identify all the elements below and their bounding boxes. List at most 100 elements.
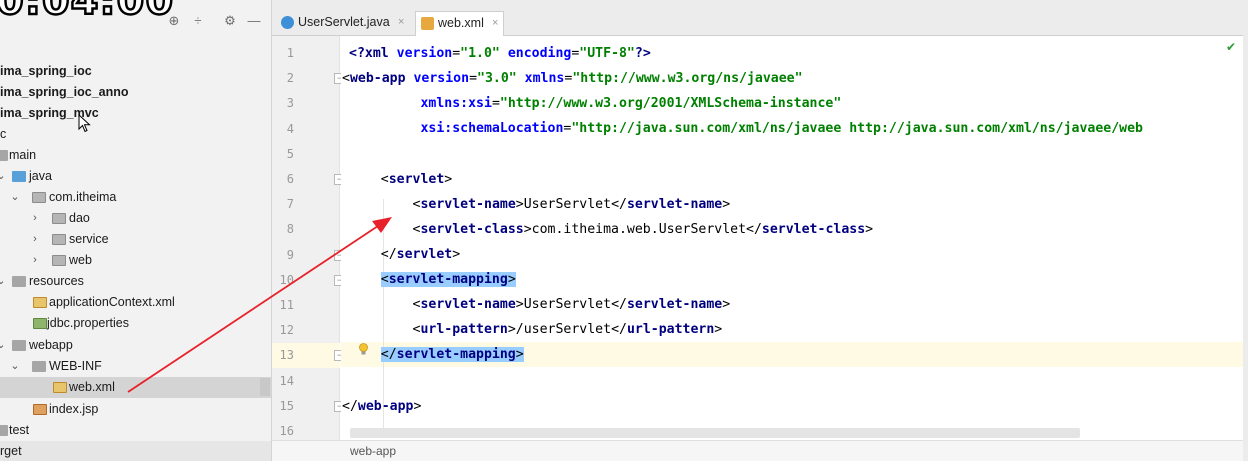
tree-item-label: index.jsp bbox=[49, 402, 99, 416]
code-line-8: <servlet-class>com.itheima.web.UserServl… bbox=[412, 222, 874, 237]
code-line-11: <servlet-name>UserServlet</servlet-name> bbox=[412, 297, 731, 312]
tree-item-dao[interactable]: › dao bbox=[0, 208, 271, 229]
tree-item-webapp[interactable]: ⌄ webapp bbox=[0, 335, 271, 356]
close-icon[interactable]: × bbox=[492, 12, 498, 35]
code-line-1: <?xml version="1.0" encoding="UTF-8"?> bbox=[349, 46, 651, 61]
tree-item-applicationcontext[interactable]: applicationContext.xml bbox=[0, 292, 271, 313]
line-number: 12 bbox=[279, 323, 294, 338]
tree-item-label: ima_spring_ioc_anno bbox=[0, 85, 129, 99]
line-number: 15 bbox=[279, 398, 294, 413]
tree-item-label: java bbox=[29, 169, 52, 183]
tree-item-target[interactable]: rget bbox=[0, 441, 271, 461]
chevron-right-icon[interactable]: › bbox=[30, 250, 40, 271]
breadcrumb[interactable]: web-app bbox=[350, 444, 396, 458]
line-number: 13 bbox=[272, 343, 340, 369]
tree-item-label: com.itheima bbox=[49, 190, 117, 204]
collapse-icon[interactable]: ÷ bbox=[190, 13, 206, 29]
tree-item-label: web.xml bbox=[69, 380, 115, 394]
tree-item-label: main bbox=[9, 148, 37, 162]
tree-item-test[interactable]: test bbox=[0, 420, 271, 441]
jsp-file-icon bbox=[33, 404, 47, 415]
java-class-icon bbox=[281, 16, 294, 29]
chevron-down-icon[interactable]: ⌄ bbox=[0, 166, 6, 187]
tab-web-xml[interactable]: web.xml × bbox=[415, 11, 504, 36]
chevron-down-icon[interactable]: ⌄ bbox=[10, 187, 20, 208]
close-icon[interactable]: × bbox=[398, 11, 404, 34]
tree-item-resources[interactable]: ⌄ resources bbox=[0, 271, 271, 292]
tree-item-com-itheima[interactable]: ⌄ com.itheima bbox=[0, 187, 271, 208]
tree-item-index-jsp[interactable]: index.jsp bbox=[0, 399, 271, 420]
breadcrumb-bar: web-app bbox=[272, 440, 1243, 461]
tree-item-label: dao bbox=[69, 211, 90, 225]
tree-item-java[interactable]: ⌄ java bbox=[0, 166, 271, 187]
video-timer-overlay: 0:04:00 bbox=[0, 0, 175, 25]
tree-item-web[interactable]: › web bbox=[0, 250, 271, 271]
tree-item-label: resources bbox=[29, 274, 84, 288]
lightbulb-icon[interactable] bbox=[358, 343, 369, 356]
tree-item-module-ioc[interactable]: ima_spring_ioc bbox=[0, 61, 271, 82]
folder-icon bbox=[0, 425, 8, 436]
project-scrollbar[interactable] bbox=[260, 378, 270, 396]
folder-icon bbox=[32, 361, 46, 372]
xml-file-icon bbox=[53, 382, 67, 393]
mouse-cursor-icon bbox=[78, 114, 91, 133]
editor-gutter: 1 2−3 4 5 6−7 8 9−10−11 12 13−14 15−16 bbox=[272, 36, 345, 440]
code-line-12: <url-pattern>/userServlet</url-pattern> bbox=[412, 322, 723, 337]
code-line-15: </web-app> bbox=[342, 399, 422, 414]
tree-item-label: jdbc.properties bbox=[47, 316, 129, 330]
project-panel: ⊕ ÷ ⚙ — ima_spring_ioc ima_spring_ioc_an… bbox=[0, 0, 272, 461]
chevron-down-icon[interactable]: ⌄ bbox=[10, 356, 20, 377]
tree-item-web-xml[interactable]: web.xml bbox=[0, 377, 271, 398]
chevron-down-icon[interactable]: ⌄ bbox=[0, 335, 6, 356]
tab-label: UserServlet.java bbox=[298, 15, 390, 29]
line-number: 7 bbox=[286, 197, 294, 212]
line-number: 10 bbox=[279, 272, 294, 287]
line-number: 5 bbox=[286, 146, 294, 161]
xml-file-icon bbox=[421, 17, 434, 30]
line-number: 6 bbox=[286, 172, 294, 186]
tree-item-src[interactable]: c bbox=[0, 124, 271, 145]
minimize-icon[interactable]: — bbox=[246, 13, 262, 29]
package-icon bbox=[32, 192, 46, 203]
tree-item-service[interactable]: › service bbox=[0, 229, 271, 250]
line-number: 9 bbox=[286, 247, 294, 262]
folder-icon bbox=[0, 150, 8, 161]
tree-item-label: webapp bbox=[29, 338, 73, 352]
line-number: 2 bbox=[286, 71, 294, 86]
tree-item-label: ima_spring_ioc bbox=[0, 64, 92, 78]
line-number: 3 bbox=[286, 96, 294, 111]
gear-icon[interactable]: ⚙ bbox=[222, 13, 238, 29]
chevron-right-icon[interactable]: › bbox=[30, 208, 40, 229]
check-icon: ✔ bbox=[1226, 40, 1237, 54]
line-number: 8 bbox=[286, 222, 294, 237]
code-line-6: <servlet> bbox=[380, 172, 453, 187]
source-folder-icon bbox=[12, 171, 26, 182]
folder-icon bbox=[12, 340, 26, 351]
code-line-7: <servlet-name>UserServlet</servlet-name> bbox=[412, 197, 731, 212]
tree-item-main[interactable]: main bbox=[0, 145, 271, 166]
line-number: 14 bbox=[279, 373, 294, 388]
right-tool-strip bbox=[1243, 0, 1248, 461]
code-line-9: </servlet> bbox=[380, 247, 461, 262]
code-line-3: xmlns:xsi="http://www.w3.org/2001/XMLSch… bbox=[420, 96, 842, 111]
package-icon bbox=[52, 234, 66, 245]
package-icon bbox=[52, 255, 66, 266]
horizontal-scrollbar[interactable] bbox=[350, 428, 1080, 438]
resources-folder-icon bbox=[12, 276, 26, 287]
tree-item-jdbc-properties[interactable]: jdbc.properties bbox=[0, 313, 271, 334]
tab-userservlet-java[interactable]: UserServlet.java × bbox=[276, 11, 410, 36]
tree-item-module-ioc-anno[interactable]: ima_spring_ioc_anno bbox=[0, 82, 271, 103]
tree-item-label: web bbox=[69, 253, 92, 267]
line-number: 1 bbox=[286, 46, 294, 60]
chevron-down-icon[interactable]: ⌄ bbox=[0, 271, 6, 292]
tree-item-label: test bbox=[9, 423, 30, 437]
editor-tab-bar: UserServlet.java × web.xml × bbox=[272, 0, 1248, 36]
tree-item-label: WEB-INF bbox=[49, 359, 102, 373]
chevron-right-icon[interactable]: › bbox=[30, 229, 40, 250]
tree-item-label: applicationContext.xml bbox=[49, 295, 175, 309]
code-editor[interactable]: <?xml version="1.0" encoding="UTF-8"?> <… bbox=[341, 36, 1243, 440]
tree-item-web-inf[interactable]: ⌄ WEB-INF bbox=[0, 356, 271, 377]
line-number: 4 bbox=[286, 121, 294, 136]
code-line-4: xsi:schemaLocation="http://java.sun.com/… bbox=[420, 121, 1143, 136]
tree-item-module-mvc[interactable]: ima_spring_mvc bbox=[0, 103, 271, 124]
